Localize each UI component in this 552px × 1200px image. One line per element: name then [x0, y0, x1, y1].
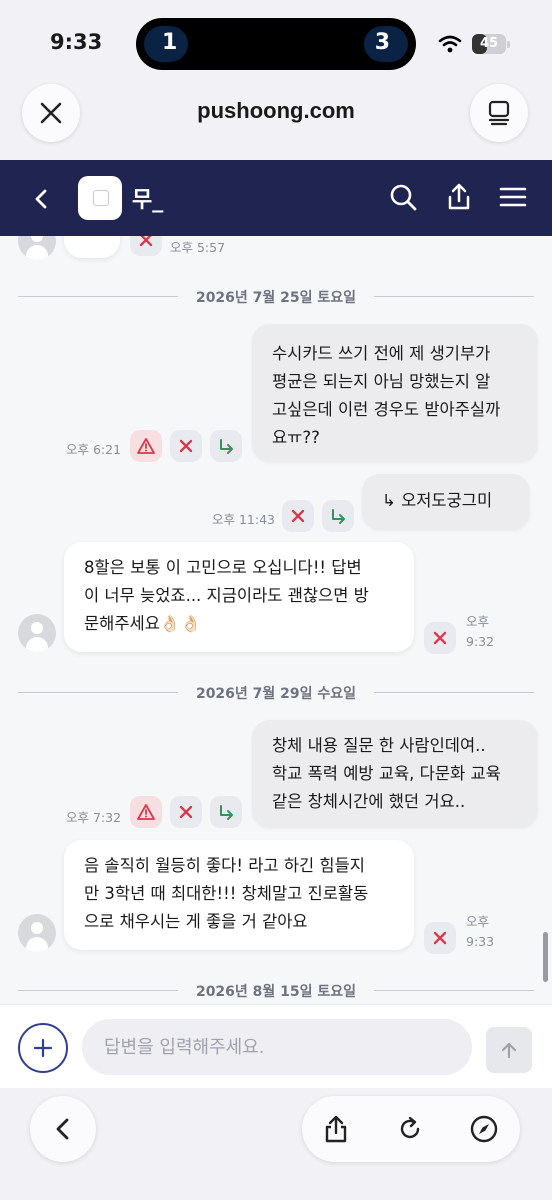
- message-time: 오후 9:32: [466, 614, 495, 649]
- search-icon[interactable]: [388, 182, 418, 212]
- reply-arrow-icon: [220, 439, 233, 454]
- status-bar: 9:33 1 3 45: [0, 0, 552, 88]
- browser-actions: [302, 1096, 520, 1162]
- share-icon: [325, 1115, 347, 1143]
- avatar: [18, 914, 56, 952]
- delete-button[interactable]: [424, 622, 456, 654]
- delete-button[interactable]: [424, 922, 456, 954]
- compass-icon: [470, 1115, 498, 1143]
- message-composer: [0, 1004, 552, 1088]
- x-icon: [433, 931, 447, 945]
- date-separator: 2026년 8월 15일 토요일: [18, 980, 534, 1000]
- status-time: 9:33: [50, 30, 103, 54]
- date-separator: 2026년 7월 29일 수요일: [18, 682, 534, 702]
- tabs-icon: [488, 100, 510, 126]
- arrow-up-icon: [501, 1042, 517, 1059]
- warning-icon: [137, 438, 155, 454]
- message-bubble-sent-reply: ↳ 오저도궁그미: [362, 474, 530, 530]
- message-time: 오후 9:33: [466, 914, 495, 949]
- message-bubble-partial: [64, 236, 120, 258]
- share-button[interactable]: [320, 1113, 352, 1145]
- tabs-button[interactable]: [470, 84, 528, 142]
- avatar: [18, 614, 56, 652]
- app-header: 무_: [0, 160, 552, 236]
- message-bubble-sent: 수시카드 쓰기 전에 제 생기부가 평균은 되는지 아님 망했는지 알 고싶은데…: [252, 324, 538, 462]
- message-time: 오후 7:32: [66, 810, 122, 825]
- reply-button[interactable]: [210, 430, 242, 462]
- delete-button[interactable]: [170, 430, 202, 462]
- chevron-left-icon: [56, 1118, 69, 1140]
- battery-indicator: 45: [472, 34, 510, 54]
- menu-icon[interactable]: [498, 182, 528, 212]
- send-button[interactable]: [486, 1027, 532, 1073]
- share-icon[interactable]: [444, 182, 474, 212]
- wifi-icon: [438, 35, 462, 53]
- compass-button[interactable]: [468, 1113, 500, 1145]
- message-bubble-received: 음 솔직히 월등히 좋다! 라고 하긴 힘들지 만 3학년 때 최대한!!! 창…: [64, 840, 414, 950]
- reply-arrow-icon: [220, 805, 233, 820]
- reload-button[interactable]: [394, 1113, 426, 1145]
- delete-button[interactable]: [282, 500, 314, 532]
- chat-title: 무_: [132, 188, 164, 213]
- scrollbar[interactable]: [543, 932, 548, 982]
- island-left-number: 1: [162, 30, 178, 55]
- message-time: 오후 11:43: [212, 512, 275, 527]
- delete-button[interactable]: [130, 236, 162, 256]
- reload-icon: [400, 1116, 420, 1139]
- browser-back-button[interactable]: [30, 1096, 96, 1162]
- attach-button[interactable]: [18, 1023, 68, 1073]
- reply-button[interactable]: [210, 796, 242, 828]
- message-bubble-received: 8할은 보통 이 고민으로 오십니다!! 답변 이 너무 늦었죠... 지금이라…: [64, 542, 414, 652]
- reply-button[interactable]: [322, 500, 354, 532]
- chat-area[interactable]: 오후 5:57 2026년 7월 25일 토요일 수시카드 쓰기 전에 제 생기…: [0, 236, 552, 1004]
- message-input[interactable]: [82, 1019, 472, 1075]
- x-icon: [139, 236, 153, 247]
- dynamic-island: 1 3: [136, 18, 416, 70]
- date-separator: 2026년 7월 25일 토요일: [18, 286, 534, 306]
- island-right-number: 3: [374, 30, 390, 55]
- plus-icon: [33, 1038, 53, 1058]
- x-icon: [179, 439, 193, 453]
- message-time: 오후 6:21: [66, 442, 122, 457]
- x-icon: [433, 631, 447, 645]
- avatar: [18, 236, 56, 260]
- report-button[interactable]: [130, 430, 162, 462]
- report-button[interactable]: [130, 796, 162, 828]
- message-time: 오후 5:57: [170, 240, 226, 255]
- back-icon[interactable]: [26, 184, 56, 214]
- message-bubble-sent: 창체 내용 질문 한 사람인데여.. 학교 폭력 예방 교육, 다문화 교육 같…: [252, 720, 538, 828]
- warning-icon: [137, 804, 155, 820]
- x-icon: [291, 509, 305, 523]
- browser-toolbar: [0, 1088, 552, 1200]
- chat-avatar: [78, 176, 122, 220]
- x-icon: [179, 805, 193, 819]
- delete-button[interactable]: [170, 796, 202, 828]
- reply-arrow-icon: [332, 509, 345, 524]
